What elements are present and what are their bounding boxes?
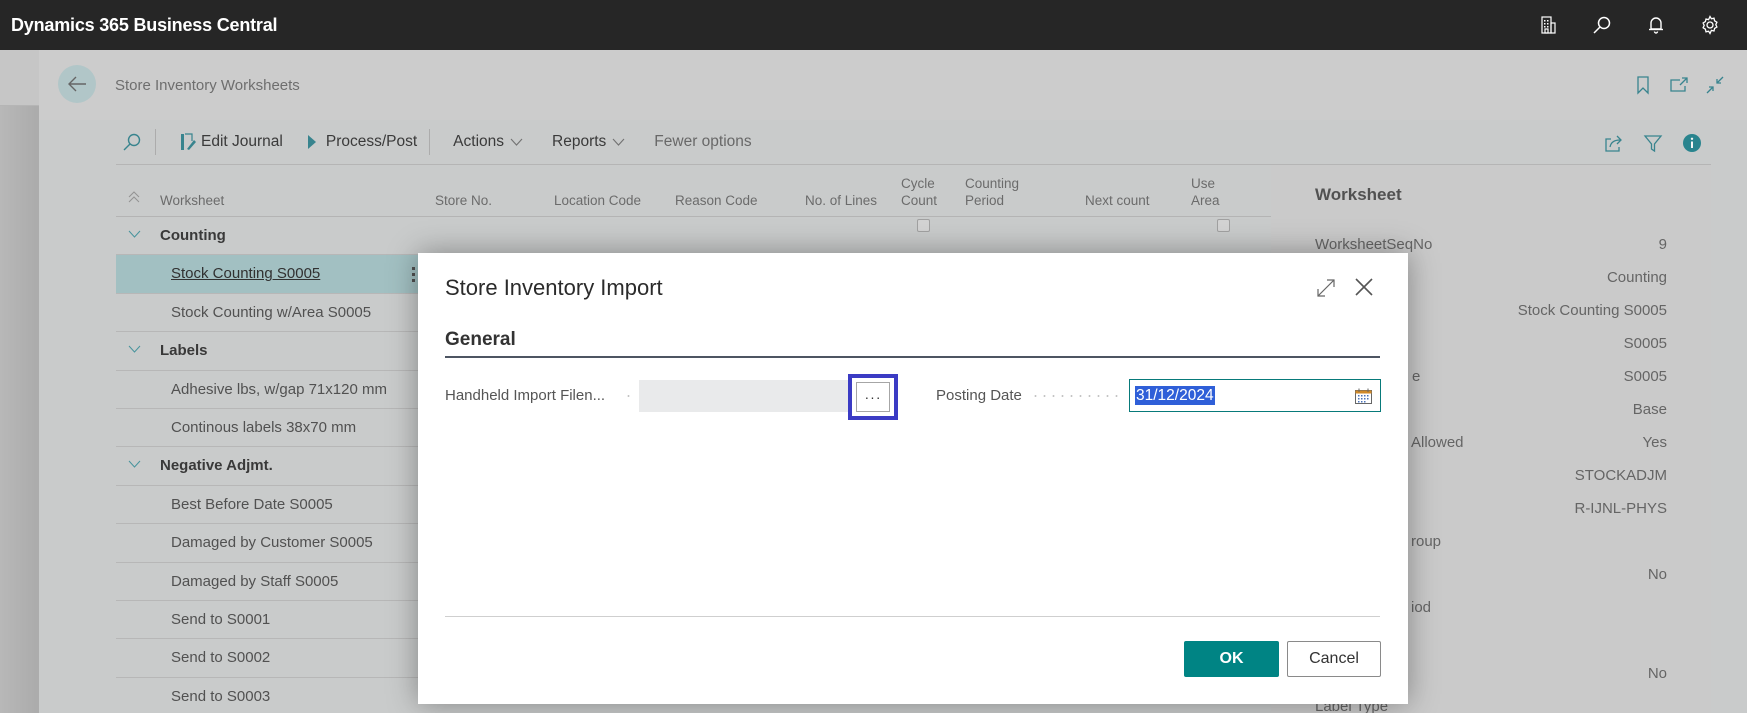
close-icon[interactable] <box>1352 275 1376 299</box>
section-general-title[interactable]: General <box>445 329 516 351</box>
field-leader-dots <box>624 395 634 397</box>
assist-edit-button[interactable]: ··· <box>848 374 898 420</box>
app-bar: Dynamics 365 Business Central <box>0 0 1747 50</box>
import-filename-input[interactable] <box>639 380 851 412</box>
cancel-button[interactable]: Cancel <box>1287 641 1381 677</box>
footer-divider <box>445 616 1380 617</box>
ellipsis-icon: ··· <box>856 382 890 412</box>
expand-icon[interactable] <box>1315 277 1337 299</box>
posting-date-value: 31/12/2024 <box>1135 386 1215 405</box>
section-divider <box>445 356 1380 358</box>
company-icon[interactable] <box>1521 0 1575 50</box>
calendar-icon[interactable] <box>1355 388 1372 404</box>
store-inventory-import-dialog: Store Inventory Import General Handheld … <box>418 253 1408 704</box>
dialog-title: Store Inventory Import <box>445 275 663 300</box>
search-icon[interactable] <box>1575 0 1629 50</box>
posting-date-label: Posting Date <box>936 387 1022 404</box>
ok-button[interactable]: OK <box>1184 641 1279 677</box>
posting-date-input[interactable]: 31/12/2024 <box>1129 379 1381 412</box>
bell-icon[interactable] <box>1629 0 1683 50</box>
gear-icon[interactable] <box>1683 0 1737 50</box>
app-title[interactable]: Dynamics 365 Business Central <box>11 15 278 36</box>
field-leader-dots <box>1031 395 1121 397</box>
import-filename-label: Handheld Import Filen... <box>445 387 606 404</box>
